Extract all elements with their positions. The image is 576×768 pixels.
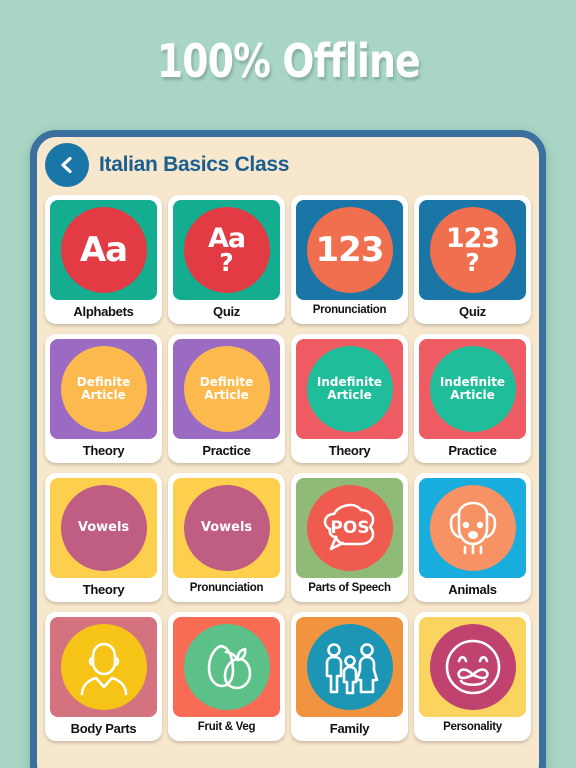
tile-label: Quiz (459, 304, 486, 319)
tile-artwork (50, 617, 157, 717)
numbers-123-quiz-icon: 123? (429, 207, 516, 293)
tile-label: Theory (328, 443, 371, 458)
back-button[interactable] (45, 143, 89, 187)
tile-glyph-question-mark: ? (465, 248, 480, 277)
lesson-tile[interactable]: Personality (414, 612, 531, 741)
tile-artwork (419, 617, 526, 717)
tile-label: Parts of Speech (308, 582, 391, 594)
tile-label: Theory (82, 443, 125, 458)
tile-label: Theory (82, 582, 125, 597)
person-bust-icon (60, 624, 147, 710)
mustache-face-icon (429, 624, 516, 710)
page-title: Italian Basics Class (99, 153, 290, 176)
lesson-tile[interactable]: Definite Article Theory (45, 334, 162, 463)
promo-banner: 100% Offline (0, 0, 576, 122)
tile-label: Personality (443, 721, 502, 733)
tile-glyph-text: 123 (315, 230, 385, 270)
chevron-left-icon (57, 155, 77, 175)
dog-face-icon (429, 485, 516, 571)
lesson-tile[interactable]: 123 Pronunciation (291, 195, 408, 324)
letter-aa-icon: Aa (60, 207, 147, 293)
promo-headline: 100% Offline (156, 34, 420, 88)
tile-label: Pronunciation (189, 582, 264, 594)
lesson-tile[interactable]: Fruit & Veg (168, 612, 285, 741)
tile-label: Animals (448, 582, 497, 597)
lesson-tile[interactable]: Indefinite Article Theory (291, 334, 408, 463)
tile-glyph-text: Aa (79, 230, 128, 270)
tile-artwork: Vowels (50, 478, 157, 578)
tile-artwork: Indefinite Article (419, 339, 526, 439)
tile-label: Pronunciation (312, 304, 387, 316)
tile-label: Fruit & Veg (197, 721, 256, 733)
fruit-icon (183, 624, 270, 710)
tile-artwork: Aa (50, 200, 157, 300)
lesson-tile[interactable]: Aa? Quiz (168, 195, 285, 324)
lesson-tile[interactable]: 123? Quiz (414, 195, 531, 324)
lesson-tile[interactable]: Family (291, 612, 408, 741)
tile-artwork: Vowels (173, 478, 280, 578)
letter-aa-quiz-icon: Aa? (183, 207, 270, 293)
lesson-tile[interactable]: Animals (414, 473, 531, 602)
lesson-grid: Aa Alphabets Aa? Quiz 123 Pronunciation 123? Qu… (37, 193, 539, 749)
vowels-icon: Vowels (183, 485, 270, 571)
tile-glyph-text: Definite Article (199, 375, 254, 402)
tile-glyph-text: Vowels (77, 520, 130, 536)
tile-label: Quiz (213, 304, 240, 319)
lesson-tile[interactable]: POS Parts of Speech (291, 473, 408, 602)
tile-artwork (419, 478, 526, 578)
tile-artwork: 123? (419, 200, 526, 300)
app-bar: Italian Basics Class (37, 137, 539, 193)
tile-artwork (296, 617, 403, 717)
tile-glyph-question-mark: ? (219, 248, 234, 277)
lesson-tile[interactable]: Vowels Theory (45, 473, 162, 602)
tile-artwork: 123 (296, 200, 403, 300)
lesson-tile[interactable]: Definite Article Practice (168, 334, 285, 463)
tile-artwork: Indefinite Article (296, 339, 403, 439)
lesson-tile[interactable]: Aa Alphabets (45, 195, 162, 324)
definite-article-icon: Definite Article (60, 346, 147, 432)
tile-glyph-text: Indefinite Article (439, 375, 506, 402)
tile-glyph-text: Indefinite Article (316, 375, 383, 402)
family-icon (306, 624, 393, 710)
indefinite-article-icon: Indefinite Article (306, 346, 393, 432)
tile-glyph-text: Vowels (200, 520, 253, 536)
tile-artwork: Aa? (173, 200, 280, 300)
tile-glyph-text: Definite Article (76, 375, 131, 402)
vowels-icon: Vowels (60, 485, 147, 571)
definite-article-icon: Definite Article (183, 346, 270, 432)
tile-artwork: Definite Article (173, 339, 280, 439)
tile-label: Practice (202, 443, 251, 458)
tile-artwork (173, 617, 280, 717)
speech-bubble-pos-icon: POS (306, 485, 393, 571)
numbers-123-icon: 123 (306, 207, 393, 293)
tile-label: Practice (448, 443, 497, 458)
tile-artwork: Definite Article (50, 339, 157, 439)
lesson-tile[interactable]: Indefinite Article Practice (414, 334, 531, 463)
lesson-tile[interactable]: Vowels Pronunciation (168, 473, 285, 602)
indefinite-article-icon: Indefinite Article (429, 346, 516, 432)
svg-text:POS: POS (330, 518, 369, 538)
tile-label: Body Parts (70, 721, 137, 736)
tile-artwork: POS (296, 478, 403, 578)
app-panel: Italian Basics Class Aa Alphabets Aa? Quiz 1… (30, 130, 546, 768)
tile-label: Alphabets (73, 304, 134, 319)
tile-label: Family (329, 721, 370, 736)
lesson-tile[interactable]: Body Parts (45, 612, 162, 741)
